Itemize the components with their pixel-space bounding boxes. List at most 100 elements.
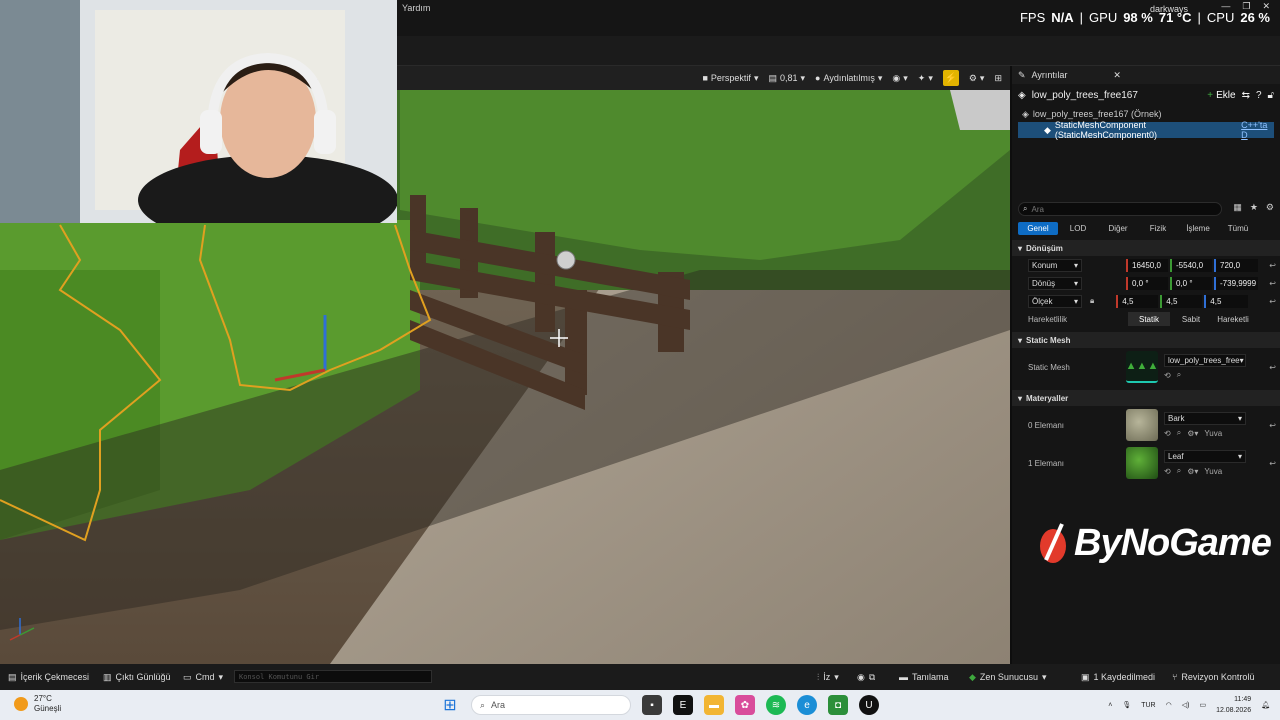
lock-icon[interactable]: 🔓︎ — [1268, 90, 1274, 101]
filter-all[interactable]: Tümü — [1218, 222, 1258, 235]
browse-icon[interactable]: ⟲ — [1164, 467, 1171, 476]
settings-dropdown[interactable]: ⚙ ▾ — [969, 73, 985, 84]
options-icon[interactable]: ⚙▾ — [1187, 467, 1198, 476]
filter-general[interactable]: Genel — [1018, 222, 1058, 235]
blueprint-icon[interactable]: ⇆ — [1242, 90, 1250, 101]
select-mode-dropdown[interactable]: ✦ ▾ — [918, 73, 933, 84]
volume-icon[interactable]: ◁) — [1182, 701, 1190, 709]
taskbar-search[interactable]: ⌕ Ara — [471, 695, 631, 715]
edge-icon[interactable]: e — [797, 695, 817, 715]
trace-dropdown[interactable]: ⫶ İz ▾ — [817, 672, 839, 683]
location-x-field[interactable]: 16450,0 — [1126, 258, 1168, 272]
reset-icon[interactable]: ↩ — [1269, 297, 1276, 306]
editor-toolbar — [397, 36, 1280, 66]
object-name[interactable]: low_poly_trees_free167 — [1032, 90, 1138, 101]
scale-z-field[interactable]: 4,5 — [1204, 294, 1249, 308]
filter-lod[interactable]: LOD — [1058, 222, 1098, 235]
reset-icon[interactable]: ↩ — [1269, 363, 1276, 372]
mobility-stationary[interactable]: Sabit — [1170, 312, 1212, 326]
weather-widget[interactable]: 27°C Güneşli — [14, 694, 61, 714]
material-thumbnail-bark[interactable] — [1126, 409, 1158, 441]
find-icon[interactable]: ⌕ — [1177, 466, 1181, 476]
material-value: Bark — [1168, 414, 1185, 423]
unreal-engine-icon[interactable]: U — [859, 695, 879, 715]
file-explorer-icon[interactable]: ▬ — [704, 695, 724, 715]
scale-y-field[interactable]: 4,5 — [1160, 294, 1203, 308]
scale-x-field[interactable]: 4,5 — [1116, 294, 1159, 308]
lock-icon[interactable]: 🔒︎ — [1090, 296, 1094, 306]
add-component-button[interactable]: + Ekle — [1207, 90, 1235, 101]
browse-icon[interactable]: ⟲ — [1164, 371, 1171, 380]
task-view-icon[interactable]: ▪ — [642, 695, 662, 715]
notification-icon[interactable]: 🔔︎ — [1261, 701, 1270, 709]
content-drawer-button[interactable]: ▤ İçerik Çekmecesi — [8, 672, 89, 683]
app-icon[interactable]: ◘ — [828, 695, 848, 715]
language-indicator[interactable]: TUR — [1141, 702, 1155, 709]
wifi-icon[interactable]: ◠ — [1166, 701, 1172, 709]
copilot-icon[interactable]: ✿ — [735, 695, 755, 715]
spotify-icon[interactable]: ≋ — [766, 695, 786, 715]
filter-rendering[interactable]: İşleme — [1178, 222, 1218, 235]
record-icons[interactable]: ◉ ⧉ — [857, 672, 875, 683]
static-mesh-thumbnail[interactable]: ▲▲▲ — [1126, 351, 1158, 383]
chevron-up-icon[interactable]: ˄ — [1108, 702, 1112, 709]
rotation-dropdown[interactable]: Dönüş ▾ — [1028, 276, 1082, 290]
cpp-link[interactable]: C++'ta D — [1241, 120, 1274, 140]
unsaved-button[interactable]: ▣ 1 Kaydedilmedi — [1081, 672, 1155, 683]
material-dropdown[interactable]: Bark ▾ — [1164, 412, 1246, 425]
rotation-y-field[interactable]: 0,0 ° — [1170, 276, 1212, 290]
material-thumbnail-leaf[interactable] — [1126, 447, 1158, 479]
windows-start-icon[interactable]: ⊞ — [440, 695, 460, 715]
component-tree-item[interactable]: ◆ StaticMeshComponent (StaticMeshCompone… — [1018, 120, 1274, 140]
help-icon[interactable]: ? — [1256, 90, 1262, 101]
menu-help[interactable]: Yardım — [402, 3, 430, 13]
options-icon[interactable]: ⚙▾ — [1187, 429, 1198, 438]
clock[interactable]: 11:49 12.08.2026 — [1216, 694, 1251, 716]
section-materials[interactable]: ▾ Materyaller — [1012, 390, 1280, 406]
location-y-field[interactable]: -5540,0 — [1170, 258, 1212, 272]
perspective-dropdown[interactable]: ■ Perspektif ▾ — [702, 73, 758, 84]
browse-icon[interactable]: ⟲ — [1164, 429, 1171, 438]
filter-physics[interactable]: Fizik — [1138, 222, 1178, 235]
actor-icon: ◈ — [1022, 108, 1029, 119]
section-static-mesh[interactable]: ▾ Static Mesh — [1012, 332, 1280, 348]
details-search[interactable]: ⌕ Ara — [1018, 202, 1222, 216]
find-icon[interactable]: ⌕ — [1177, 370, 1181, 380]
mobility-static[interactable]: Statik — [1128, 312, 1170, 326]
console-input[interactable]: Konsol Komutunu Gir — [234, 670, 432, 683]
close-tab-icon[interactable]: ✕ — [1113, 70, 1121, 81]
mobility-movable[interactable]: Hareketli — [1212, 312, 1254, 326]
rotation-x-field[interactable]: 0,0 ° — [1126, 276, 1168, 290]
tab-details[interactable]: ✎ Ayrıntılar ✕ — [1012, 66, 1280, 84]
revision-control-button[interactable]: ⑂ Revizyon Kontrolü — [1172, 672, 1254, 682]
find-icon[interactable]: ⌕ — [1177, 428, 1181, 438]
section-transform[interactable]: ▾ Dönüşüm — [1012, 240, 1280, 256]
cmd-dropdown[interactable]: ▭ Cmd ▾ — [183, 672, 223, 683]
battery-icon[interactable]: ▭ — [1199, 701, 1206, 709]
microphone-icon[interactable]: 🎙︎ — [1122, 701, 1131, 709]
location-z-field[interactable]: 720,0 — [1214, 258, 1258, 272]
location-dropdown[interactable]: Konum ▾ — [1028, 258, 1082, 272]
chevron-down-icon: ▾ — [1018, 335, 1023, 345]
reset-icon[interactable]: ↩ — [1269, 279, 1276, 288]
lit-mode-dropdown[interactable]: ● Aydınlatılmış ▾ — [815, 73, 882, 84]
snap-toggle-button[interactable]: ⚡ — [942, 70, 959, 86]
static-mesh-dropdown[interactable]: low_poly_trees_free ▾ — [1164, 354, 1246, 367]
show-dropdown[interactable]: ◉ ▾ — [892, 73, 907, 84]
camera-speed-dropdown[interactable]: ▤ 0,81 ▾ — [768, 73, 805, 84]
material-dropdown[interactable]: Leaf ▾ — [1164, 450, 1246, 463]
derive-button[interactable]: ▬ Tanılama — [899, 672, 949, 682]
table-icon[interactable]: ▦ — [1233, 202, 1242, 213]
rotation-z-field[interactable]: -739,9999 — [1214, 276, 1258, 290]
star-icon[interactable]: ★ — [1250, 202, 1258, 213]
reset-icon[interactable]: ↩ — [1269, 261, 1276, 270]
epic-games-icon[interactable]: E — [673, 695, 693, 715]
gear-icon[interactable]: ⚙ — [1266, 202, 1274, 213]
zen-server-dropdown[interactable]: ◆ Zen Sunucusu ▾ — [969, 672, 1047, 683]
layout-icon[interactable]: ⊞ — [994, 73, 1002, 84]
reset-icon[interactable]: ↩ — [1269, 421, 1276, 430]
output-log-button[interactable]: ▥ Çıktı Günlüğü — [103, 672, 171, 683]
reset-icon[interactable]: ↩ — [1269, 459, 1276, 468]
scale-dropdown[interactable]: Ölçek ▾ — [1028, 294, 1082, 308]
filter-other[interactable]: Diğer — [1098, 222, 1138, 235]
